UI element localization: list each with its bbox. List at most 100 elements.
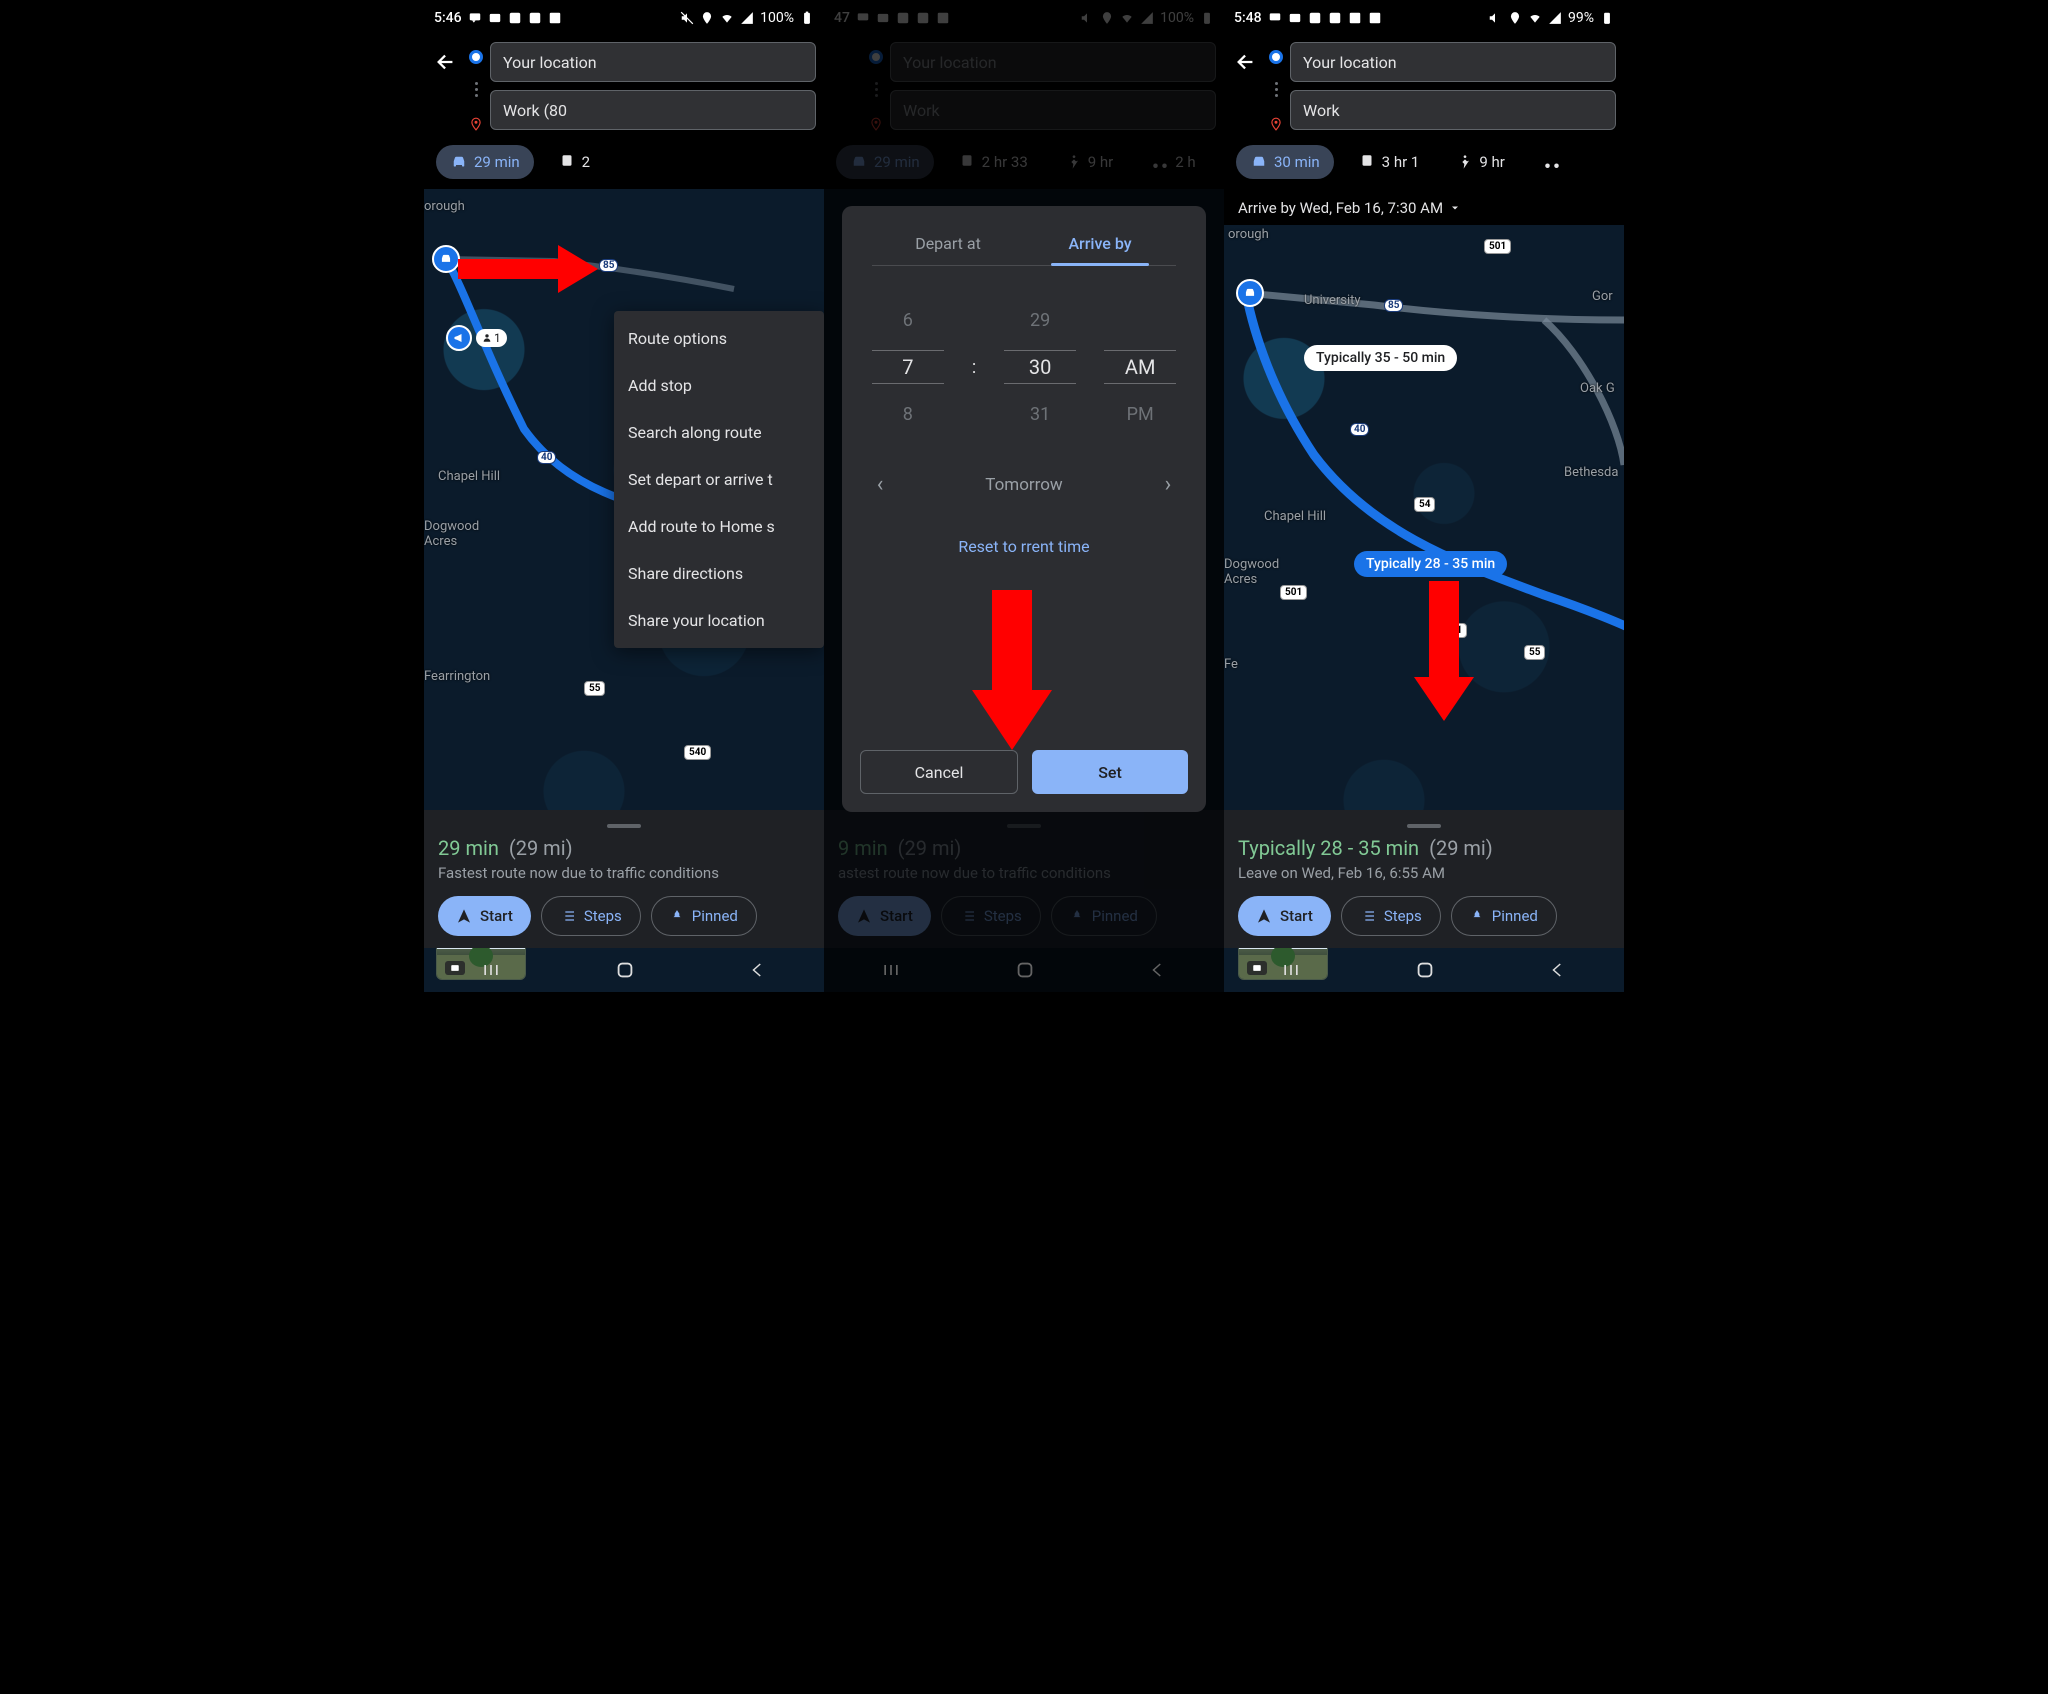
red-arrow-callout — [458, 245, 598, 293]
arrow-left-icon — [435, 51, 457, 73]
home-button[interactable] — [614, 959, 636, 981]
mute-icon — [680, 11, 694, 25]
battery-pct: 100% — [760, 10, 794, 26]
signal-icon — [740, 11, 754, 25]
menu-share-location[interactable]: Share your location — [614, 597, 824, 644]
directions-header: Your location Work (80 — [424, 36, 824, 137]
menu-search-along-route[interactable]: Search along route — [614, 409, 824, 456]
phone-screen-3: 5:48 99% — [1224, 0, 1624, 992]
car-icon — [450, 153, 468, 171]
next-day-button[interactable]: › — [1152, 472, 1184, 497]
alt-route-time-badge: Typically 35 - 50 min — [1304, 345, 1457, 371]
bike-icon — [1543, 153, 1561, 171]
three-screens-stage: 5:46 100% — [424, 0, 1624, 992]
steps-button[interactable]: Steps — [541, 896, 641, 936]
clock: 5:46 — [434, 10, 462, 26]
route-time-badge: Typically 28 - 35 min — [1354, 551, 1507, 577]
back-button[interactable] — [749, 961, 767, 979]
walk-icon — [1457, 153, 1473, 171]
tab-arrive-by[interactable]: Arrive by — [1024, 224, 1176, 265]
arrive-by-dropdown[interactable]: Arrive by Wed, Feb 16, 7:30 AM — [1224, 189, 1624, 225]
set-button[interactable]: Set — [1032, 750, 1188, 794]
recents-button[interactable] — [481, 960, 501, 980]
battery-icon — [800, 11, 814, 25]
mode-drive-chip[interactable]: 30 min — [1236, 145, 1334, 179]
origin-dot-icon — [469, 50, 483, 64]
reset-time-link[interactable]: Reset to rrent time — [860, 537, 1188, 556]
mode-bike-chip[interactable] — [1529, 145, 1575, 179]
menu-add-stop[interactable]: Add stop — [614, 362, 824, 409]
origin-input[interactable]: Your location — [1290, 42, 1616, 82]
wifi-icon — [720, 11, 734, 25]
car-icon — [1250, 153, 1268, 171]
route-time: Typically 28 - 35 min — [1238, 836, 1419, 860]
date-label: Tomorrow — [985, 475, 1062, 495]
status-bar: 5:48 99% — [1224, 0, 1624, 36]
image-icon — [548, 11, 562, 25]
linkedin-icon — [528, 11, 542, 25]
arrow-left-icon — [1235, 51, 1257, 73]
menu-route-options[interactable]: Route options — [614, 315, 824, 362]
pinned-button[interactable]: Pinned — [651, 896, 757, 936]
prev-day-button[interactable]: ‹ — [864, 472, 896, 497]
steps-button[interactable]: Steps — [1341, 896, 1441, 936]
chat-icon — [468, 11, 482, 25]
mail-icon — [488, 11, 502, 25]
menu-share-directions[interactable]: Share directions — [614, 550, 824, 597]
back-button[interactable] — [430, 42, 462, 82]
directions-header: Your location Work — [1224, 36, 1624, 137]
start-button[interactable]: Start — [1238, 896, 1331, 936]
route-distance: (29 mi) — [509, 836, 573, 860]
pin-icon — [1470, 908, 1484, 924]
car-pin-icon — [432, 245, 460, 273]
destination-input[interactable]: Work (80 — [490, 90, 816, 130]
menu-set-depart-arrive[interactable]: Set depart or arrive t — [614, 456, 824, 503]
mode-transit-chip[interactable]: 2 — [544, 145, 604, 179]
android-navbar — [424, 948, 824, 992]
route-subtitle: Leave on Wed, Feb 16, 6:55 AM — [1238, 864, 1610, 882]
travel-mode-row: 29 min 2 — [424, 137, 824, 189]
route-distance: (29 mi) — [1429, 836, 1493, 860]
linkedin-icon — [508, 11, 522, 25]
minute-wheel[interactable]: 29 30 31 — [1004, 310, 1076, 424]
list-icon — [1360, 908, 1376, 924]
drag-handle[interactable] — [607, 824, 641, 828]
ampm-wheel[interactable]: AM PM — [1104, 310, 1176, 424]
recents-button[interactable] — [1281, 960, 1301, 980]
red-arrow-callout — [1414, 581, 1474, 721]
tab-depart-at[interactable]: Depart at — [872, 224, 1024, 265]
list-icon — [560, 908, 576, 924]
route-time: 29 min — [438, 836, 499, 860]
destination-pin-icon — [469, 115, 483, 133]
pinned-button[interactable]: Pinned — [1451, 896, 1557, 936]
time-wheel[interactable]: 6 7 8 : 29 30 31 AM PM — [860, 310, 1188, 424]
sound-badge: 1 — [446, 325, 507, 351]
phone-screen-2: 47 100% — [824, 0, 1224, 992]
home-button[interactable] — [1414, 959, 1436, 981]
route-summary-card[interactable]: Typically 28 - 35 min (29 mi) Leave on W… — [1224, 810, 1624, 948]
cancel-button[interactable]: Cancel — [860, 750, 1018, 794]
start-button[interactable]: Start — [438, 896, 531, 936]
back-button[interactable] — [1230, 42, 1262, 82]
chevron-down-icon — [1449, 202, 1461, 214]
mode-drive-chip[interactable]: 29 min — [436, 145, 534, 179]
destination-input[interactable]: Work — [1290, 90, 1616, 130]
phone-screen-1: 5:46 100% — [424, 0, 824, 992]
overflow-menu: Route options Add stop Search along rout… — [614, 311, 824, 648]
train-icon — [558, 153, 576, 171]
hour-wheel[interactable]: 6 7 8 — [872, 310, 944, 424]
car-pin-icon — [1236, 279, 1264, 307]
back-button[interactable] — [1549, 961, 1567, 979]
pin-icon — [670, 908, 684, 924]
navigate-icon — [456, 908, 472, 924]
megaphone-icon — [453, 332, 465, 344]
mode-walk-chip[interactable]: 9 hr — [1443, 145, 1519, 179]
route-summary-card[interactable]: 29 min (29 mi) Fastest route now due to … — [424, 810, 824, 948]
mode-transit-chip[interactable]: 3 hr 1 — [1344, 145, 1434, 179]
navigate-icon — [1256, 908, 1272, 924]
status-bar: 5:46 100% — [424, 0, 824, 36]
menu-add-home[interactable]: Add route to Home s — [614, 503, 824, 550]
waypoint-markers — [462, 42, 490, 133]
origin-input[interactable]: Your location — [490, 42, 816, 82]
drag-handle[interactable] — [1407, 824, 1441, 828]
